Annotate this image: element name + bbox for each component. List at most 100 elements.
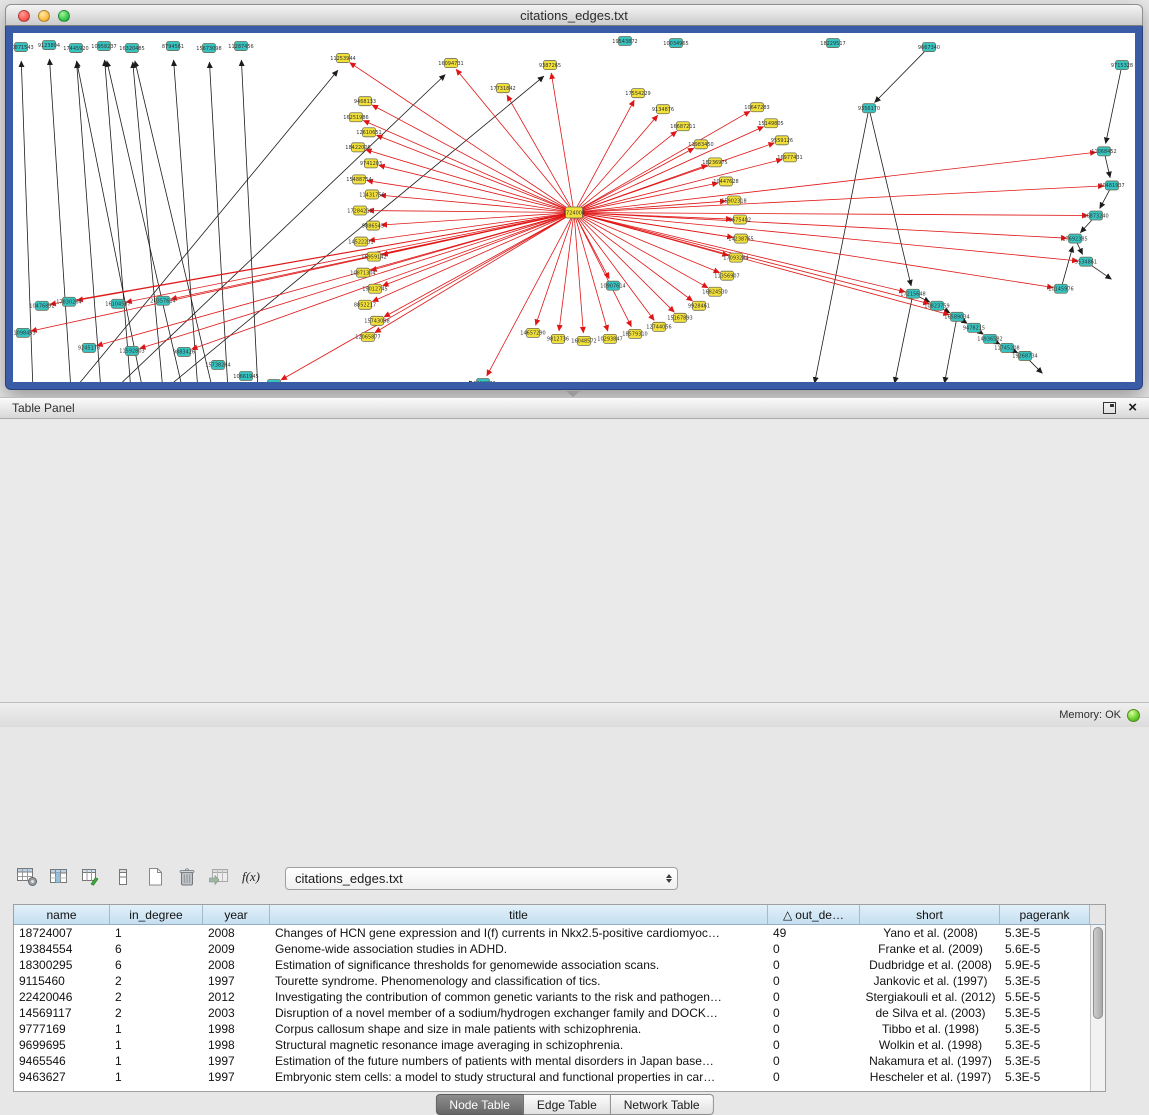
graph-node[interactable]: 17830264 [56,297,81,306]
graph-hub-node[interactable]: 1724004 [563,207,585,218]
column-header-in-degree[interactable]: in_degree [110,905,203,924]
graph-node[interactable]: 11983450 [688,140,713,149]
column-header-name[interactable]: name [14,905,110,924]
cell-name[interactable]: 9463627 [14,1069,110,1085]
cell-year[interactable]: 1997 [203,1053,270,1069]
graph-edge[interactable] [944,317,957,382]
show-columns-icon[interactable] [46,864,72,890]
cell-in_degree[interactable]: 2 [110,973,203,989]
graph-node[interactable]: 18229517 [820,39,845,48]
graph-node[interactable]: 9123804 [38,41,60,50]
graph-node[interactable]: 17093284 [723,253,748,262]
graph-edge[interactable] [107,61,183,382]
graph-node[interactable]: 11592803 [119,346,144,355]
cell-short[interactable]: Nakamura et al. (1997) [860,1053,1000,1069]
graph-node[interactable]: 9812736 [547,334,569,343]
edit-table-icon[interactable] [78,864,104,890]
cell-short[interactable]: Franke et al. (2009) [860,941,1000,957]
delete-icon[interactable] [174,864,200,890]
graph-edge[interactable] [384,213,574,317]
graph-edge[interactable] [574,213,631,327]
graph-node[interactable]: 16094731 [438,59,463,68]
graph-edge[interactable] [192,213,574,350]
cell-title[interactable]: Tourette syndrome. Phenomenology and cla… [270,973,768,989]
graph-node[interactable]: 8852217 [354,300,376,309]
graph-edge[interactable] [363,120,574,212]
graph-edge[interactable] [574,213,608,332]
graph-edge[interactable] [382,213,574,286]
cell-title[interactable]: Changes of HCN gene expression and I(f) … [270,925,768,941]
graph-node[interactable]: 9478215 [963,323,985,332]
graph-edge[interactable] [574,213,674,313]
graph-node[interactable]: 10661945 [233,371,258,380]
network-canvas[interactable]: 1724004946813316251986126106511842200897… [13,33,1135,382]
graph-edge[interactable] [133,62,163,382]
cell-short[interactable]: Tibbo et al. (1998) [860,1021,1000,1037]
graph-node[interactable]: 14238765 [728,234,753,243]
cell-in_degree[interactable]: 2 [110,1005,203,1021]
graph-edge[interactable] [574,213,1088,216]
graph-node[interactable]: 16320485 [119,44,144,53]
graph-node[interactable]: 20871543 [13,43,34,52]
cell-in_degree[interactable]: 2 [110,989,203,1005]
cell-out_degree[interactable]: 0 [768,973,860,989]
graph-node[interactable]: 10823759 [924,301,949,310]
graph-edge[interactable] [574,213,583,333]
cell-year[interactable]: 2008 [203,925,270,941]
graph-node[interactable]: 18422008 [345,143,370,152]
graph-node[interactable]: 10034965 [663,39,688,48]
cell-pagerank[interactable]: 5.3E-5 [1000,973,1090,989]
graph-node[interactable]: 12065877 [355,332,380,341]
cell-in_degree[interactable]: 6 [110,941,203,957]
tab-edge-table[interactable]: Edge Table [524,1094,611,1115]
graph-edge[interactable] [135,61,213,382]
graph-node[interactable]: 19012745 [362,284,387,293]
graph-edge[interactable] [574,213,949,315]
graph-node[interactable]: 10476892 [29,301,54,310]
cell-title[interactable]: Investigating the contribution of common… [270,989,768,1005]
graph-node[interactable]: 9534861 [1075,257,1097,266]
graph-node[interactable]: 10447628 [713,177,738,186]
graph-edge[interactable] [574,213,929,304]
graph-node[interactable]: 10907614 [600,281,625,290]
cell-out_degree[interactable]: 0 [768,1037,860,1053]
cell-out_degree[interactable]: 0 [768,957,860,973]
cell-in_degree[interactable]: 1 [110,1053,203,1069]
graph-edge[interactable] [815,108,869,382]
cell-title[interactable]: Genome-wide association studies in ADHD. [270,941,768,957]
cell-year[interactable]: 2008 [203,957,270,973]
graph-edge[interactable] [895,294,913,382]
graph-node[interactable]: 9741203 [360,159,382,168]
graph-edge[interactable] [97,213,574,346]
graph-node[interactable]: 17554229 [625,89,650,98]
cell-pagerank[interactable]: 5.3E-5 [1000,1005,1090,1021]
graph-node[interactable]: 8794561 [162,42,184,51]
vertical-scrollbar[interactable] [1090,925,1105,1091]
cell-out_degree[interactable]: 0 [768,1069,860,1085]
graph-node[interactable]: 16251986 [343,113,368,122]
graph-edge[interactable] [241,60,258,382]
graph-edge[interactable] [574,213,1053,288]
graph-node[interactable]: 9928461 [688,301,710,310]
graph-node[interactable]: 11745208 [994,343,1019,352]
graph-node[interactable]: 16977431 [777,153,802,162]
graph-edge[interactable] [574,100,634,212]
cell-out_degree[interactable]: 0 [768,989,860,1005]
graph-node[interactable]: 15743098 [364,316,389,325]
table-row[interactable]: 969969511998Structural magnetic resonanc… [14,1037,1090,1053]
graph-edge[interactable] [140,213,574,349]
graph-node[interactable]: 21098453 [13,328,36,337]
cell-name[interactable]: 14569117 [14,1005,110,1021]
graph-node[interactable]: 9245178 [78,343,100,352]
graph-edge[interactable] [574,186,1104,213]
graph-node[interactable]: 11287456 [228,42,253,51]
cell-title[interactable]: Structural magnetic resonance image aver… [270,1037,768,1053]
cell-out_degree[interactable]: 49 [768,925,860,941]
cell-name[interactable]: 19384554 [14,941,110,957]
column-header-short[interactable]: short [860,905,1000,924]
graph-node[interactable]: 15738264 [205,360,230,369]
graph-node[interactable]: 14936582 [977,334,1002,343]
cell-short[interactable]: Jankovic et al. (1997) [860,973,1000,989]
network-selector-combobox[interactable]: citations_edges.txt [285,867,678,890]
table-row[interactable]: 1938455462009Genome-wide association stu… [14,941,1090,957]
